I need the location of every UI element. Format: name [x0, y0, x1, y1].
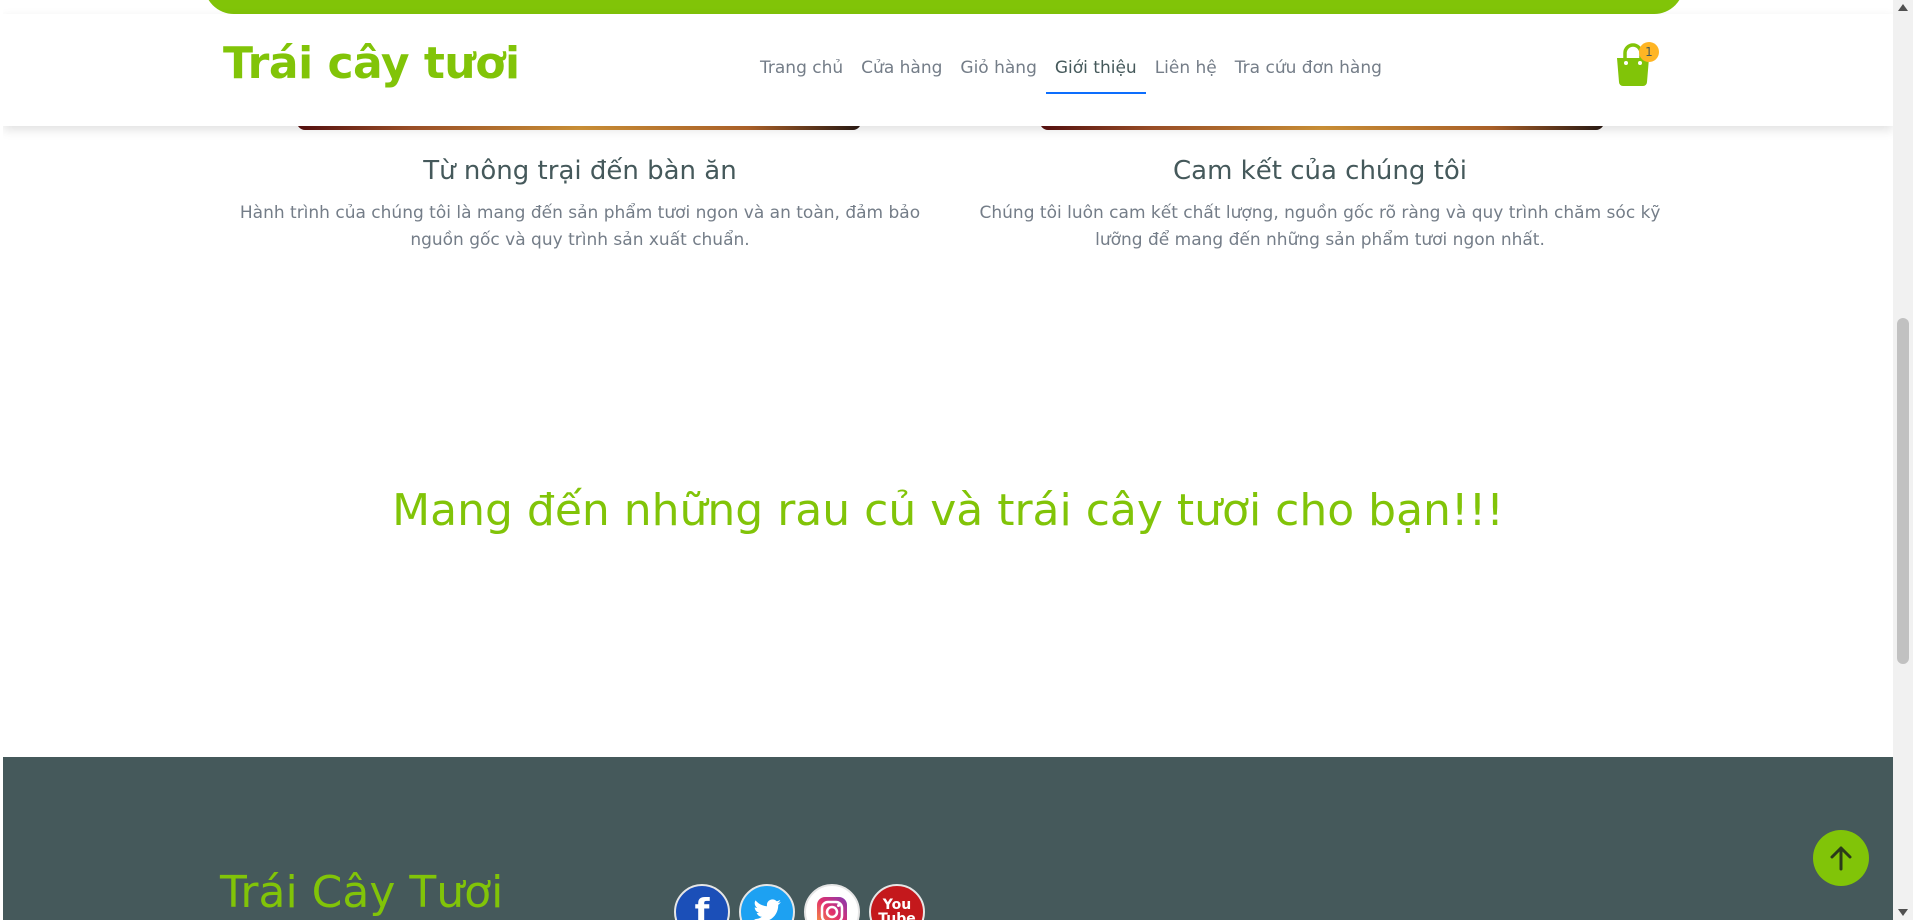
feature-farm-to-table: Từ nông trại đến bàn ăn Hành trình của c…: [220, 156, 940, 254]
nav-item-contact[interactable]: Liên hệ: [1146, 52, 1226, 94]
scroll-down-arrow-icon[interactable]: [1898, 909, 1908, 916]
youtube-icon[interactable]: You Tube: [869, 884, 925, 920]
nav-item-shop[interactable]: Cửa hàng: [852, 52, 951, 94]
scroll-up-arrow-icon[interactable]: [1898, 4, 1908, 11]
twitter-bird-icon: [753, 899, 781, 920]
nav-item-home[interactable]: Trang chủ: [751, 52, 852, 94]
feature-text: Chúng tôi luôn cam kết chất lượng, nguồn…: [979, 203, 1661, 250]
top-green-bar: [204, 0, 1684, 14]
nav-item-order-lookup[interactable]: Tra cứu đơn hàng: [1226, 52, 1391, 94]
feature-title: Cam kết của chúng tôi: [1173, 156, 1467, 186]
feature-text: Hành trình của chúng tôi là mang đến sản…: [239, 203, 921, 250]
arrow-up-icon: [1830, 846, 1852, 871]
footer-brand[interactable]: Trái Cây Tươi: [220, 867, 503, 918]
cart-button[interactable]: 1: [1615, 42, 1659, 86]
nav-item-cart[interactable]: Giỏ hàng: [951, 52, 1045, 94]
social-links: f You Tube: [674, 884, 925, 920]
tagline-heading: Mang đến những rau củ và trái cây tươi c…: [392, 485, 1504, 536]
page: Trái cây tươi Trang chủ Cửa hàng Giỏ hàn…: [3, 0, 1893, 920]
twitter-icon[interactable]: [739, 884, 795, 920]
feature-commitment: Cam kết của chúng tôi Chúng tôi luôn cam…: [960, 156, 1680, 254]
feature-title: Từ nông trại đến bàn ăn: [423, 156, 737, 186]
facebook-icon[interactable]: f: [674, 884, 730, 920]
scroll-thumb[interactable]: [1897, 318, 1909, 664]
instagram-icon[interactable]: [804, 884, 860, 920]
instagram-glyph-icon: [817, 897, 847, 920]
nav-item-about[interactable]: Giới thiệu: [1045, 52, 1146, 94]
back-to-top-button[interactable]: [1813, 830, 1869, 886]
brand-logo[interactable]: Trái cây tươi: [223, 38, 520, 89]
cart-count-badge: 1: [1639, 42, 1659, 62]
site-footer: Trái Cây Tươi f You Tube: [3, 757, 1893, 920]
site-header: Trái cây tươi Trang chủ Cửa hàng Giỏ hàn…: [3, 14, 1893, 126]
page-scrollbar[interactable]: [1893, 0, 1913, 920]
main-nav: Trang chủ Cửa hàng Giỏ hàng Giới thiệu L…: [751, 52, 1391, 94]
